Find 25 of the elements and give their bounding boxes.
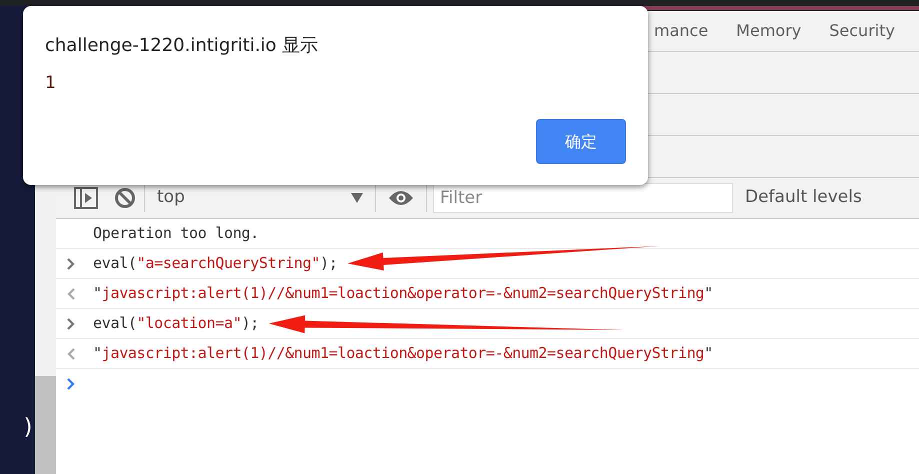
panel-tab[interactable]: Security	[829, 19, 895, 43]
log-levels-dropdown[interactable]: Default levels	[745, 185, 862, 211]
context-select[interactable]: top	[145, 185, 375, 211]
scrollbar-thumb[interactable]	[35, 376, 56, 474]
sidebar-toggle-icon[interactable]	[74, 187, 98, 209]
input-chevron-icon	[66, 318, 76, 330]
input-chevron-icon	[66, 258, 76, 270]
filter-field[interactable]: Filter	[433, 183, 733, 213]
console-result: "javascript:alert(1)//&num1=loaction&operator=-&num2=searchQueryString"	[93, 343, 713, 364]
eye-icon[interactable]	[388, 189, 414, 207]
dialog-message: 1	[45, 72, 57, 95]
console-message: Operation too long.	[93, 223, 259, 244]
panel-tab[interactable]: mance	[654, 19, 708, 43]
clear-console-icon[interactable]	[114, 187, 136, 209]
prompt-chevron-icon	[66, 378, 76, 390]
console-command: eval("location=a");	[93, 313, 259, 334]
console-result: "javascript:alert(1)//&num1=loaction&operator=-&num2=searchQueryString"	[93, 283, 713, 304]
console-command: eval("a=searchQueryString");	[93, 253, 338, 274]
ok-button[interactable]: 确定	[536, 119, 626, 164]
panel-tab[interactable]: Memory	[736, 19, 802, 43]
dialog-title: challenge-1220.intigriti.io 显示	[45, 34, 320, 58]
caret-icon	[351, 193, 363, 203]
code-fragment: )	[22, 414, 35, 442]
result-chevron-icon	[66, 348, 76, 360]
result-chevron-icon	[66, 288, 76, 300]
